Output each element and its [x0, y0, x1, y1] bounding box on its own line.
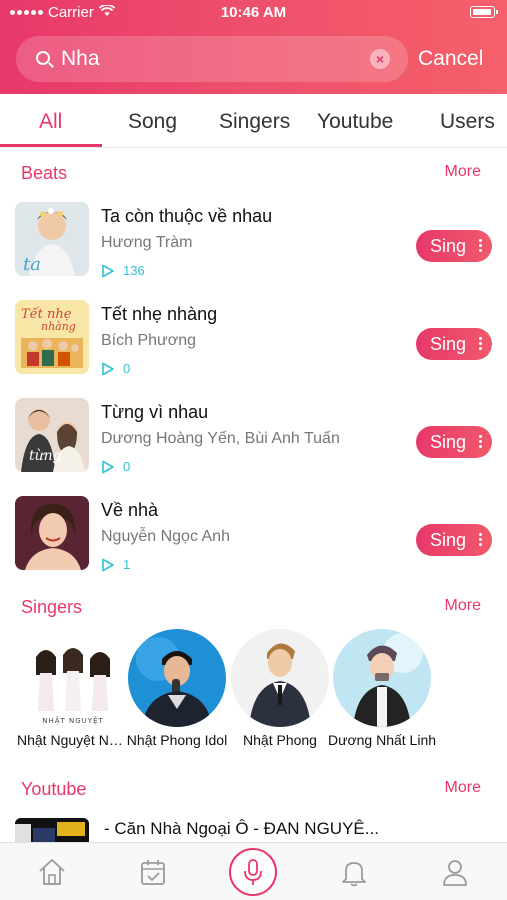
search-input[interactable]: Nha × [16, 36, 408, 82]
battery-icon [470, 6, 498, 18]
singer-avatar [333, 629, 431, 727]
beat-row[interactable]: từng Từng vì nhau Dương Hoàng Yến, Bùi A… [0, 398, 507, 488]
sing-button-label: Sing [430, 236, 467, 256]
beat-row[interactable]: Tết nhẹ nhàng Tết nhẹ nhàng Bích Phương … [0, 300, 507, 390]
singers-more-link[interactable]: More [445, 597, 481, 615]
singer-card[interactable]: Nhật Phong [230, 629, 330, 748]
beat-cover-image: ta [15, 202, 89, 276]
beat-artist: Dương Hoàng Yến, Bùi Anh Tuấn [101, 430, 340, 447]
sing-button-label: Sing [430, 432, 467, 452]
singer-avatar [231, 629, 329, 727]
calendar-check-icon[interactable] [136, 855, 170, 889]
singer-card[interactable]: Dương Nhất Linh [328, 629, 436, 748]
more-options-icon[interactable] [479, 337, 482, 351]
beat-row[interactable]: ta Ta còn thuộc về nhau Hương Tràm 136 S… [0, 202, 507, 292]
status-time: 10:46 AM [220, 4, 287, 21]
search-icon [36, 51, 50, 65]
beat-artist: Nguyễn Ngọc Anh [101, 528, 230, 545]
tab-youtube[interactable]: Youtube [317, 110, 393, 134]
cancel-button[interactable]: Cancel [418, 47, 483, 71]
user-icon[interactable] [438, 855, 472, 889]
beat-title: Về nhà [101, 500, 159, 520]
youtube-video-title[interactable]: - Căn Nhà Ngoại Ô - ĐAN NGUYÊ... [104, 819, 379, 839]
beat-title: Từng vì nhau [101, 402, 209, 422]
singers-section-title: Singers [21, 597, 83, 617]
beat-row[interactable]: Về nhà Nguyễn Ngọc Anh 1 Sing [0, 496, 507, 586]
youtube-section-title: Youtube [21, 779, 87, 799]
play-count: 1 [123, 557, 131, 572]
tab-all[interactable]: All [39, 110, 62, 134]
play-count: 136 [123, 263, 145, 278]
tab-users[interactable]: Users [440, 110, 495, 134]
record-button[interactable] [229, 848, 277, 896]
singer-card[interactable]: Nhật Phong Idol [127, 629, 227, 748]
microphone-icon [244, 859, 262, 885]
singer-avatar: NHẬT NGUYỆT [24, 629, 122, 727]
singer-name: Nhật Phong [243, 732, 317, 748]
filter-tabs: All Song Singers Youtube Users [0, 94, 507, 148]
svg-text:NHẬT NGUYỆT: NHẬT NGUYỆT [42, 716, 104, 725]
svg-text:ta: ta [23, 254, 41, 275]
play-count: 0 [123, 459, 131, 474]
beat-cover-image: Tết nhẹ nhàng [15, 300, 89, 374]
sing-button[interactable]: Sing [416, 426, 492, 458]
svg-text:từng: từng [29, 448, 62, 464]
singer-name: Dương Nhất Linh [327, 732, 437, 748]
more-options-icon[interactable] [479, 435, 482, 449]
sing-button[interactable]: Sing [416, 230, 492, 262]
home-icon[interactable] [35, 855, 69, 889]
sing-button-label: Sing [430, 530, 467, 550]
tab-song[interactable]: Song [128, 110, 177, 134]
beat-artist: Hương Tràm [101, 234, 193, 251]
beats-more-link[interactable]: More [445, 163, 481, 181]
beat-cover-image [15, 496, 89, 570]
clear-search-icon[interactable]: × [370, 49, 390, 69]
beat-cover-image: từng [15, 398, 89, 472]
search-query: Nha [61, 47, 100, 70]
sing-button[interactable]: Sing [416, 524, 492, 556]
active-tab-indicator [0, 144, 102, 147]
tab-singers[interactable]: Singers [219, 110, 290, 134]
beat-title: Ta còn thuộc về nhau [101, 206, 273, 226]
singer-name: Nhật Phong Idol [126, 732, 228, 748]
youtube-thumbnail[interactable] [15, 818, 89, 842]
singer-card[interactable]: NHẬT NGUYỆT Nhật Nguyệt Nhung [17, 629, 129, 748]
bottom-tab-bar [0, 842, 507, 900]
more-options-icon[interactable] [479, 533, 482, 547]
more-options-icon[interactable] [479, 239, 482, 253]
youtube-more-link[interactable]: More [445, 779, 481, 797]
singer-avatar [128, 629, 226, 727]
sing-button-label: Sing [430, 334, 467, 354]
search-header: Carrier 10:46 AM Nha × Cancel [0, 0, 507, 94]
beats-section-title: Beats [21, 163, 68, 183]
bell-icon[interactable] [337, 855, 371, 889]
singer-name: Nhật Nguyệt Nhung [17, 732, 129, 748]
play-count: 0 [123, 361, 131, 376]
beat-title: Tết nhẹ nhàng [101, 304, 218, 324]
beat-artist: Bích Phương [101, 332, 197, 349]
status-bar: Carrier 10:46 AM [0, 0, 507, 26]
svg-text:nhàng: nhàng [41, 320, 76, 333]
sing-button[interactable]: Sing [416, 328, 492, 360]
